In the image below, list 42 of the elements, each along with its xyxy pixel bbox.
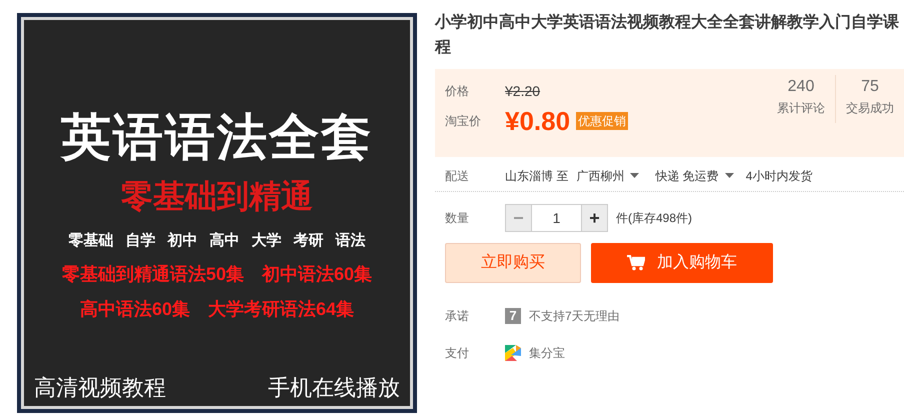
image-subtitle: 零基础到精通 xyxy=(121,180,313,212)
increase-button[interactable]: + xyxy=(581,204,608,232)
image-series-text: 初中语法60集 xyxy=(262,262,372,286)
image-footer-text: 高清视频教程 xyxy=(34,374,166,402)
stat-value: 240 xyxy=(788,77,814,97)
service-text: 不支持7天无理由 xyxy=(529,308,620,325)
stat-label: 交易成功 xyxy=(846,100,894,117)
delivery-label: 配送 xyxy=(445,168,470,184)
dropdown-caret-icon[interactable] xyxy=(630,173,640,178)
stat-value: 75 xyxy=(861,77,879,97)
stat-label: 累计评论 xyxy=(777,100,825,117)
image-series-text: 高中语法60集 xyxy=(80,298,190,320)
image-tag: 自学 xyxy=(126,230,156,252)
promo-price: ¥0.80 xyxy=(505,108,570,134)
service-label: 支付 xyxy=(445,345,470,362)
dropdown-caret-icon[interactable] xyxy=(724,173,734,178)
payment-logo-icon xyxy=(505,345,521,361)
image-tag: 零基础 xyxy=(68,230,114,252)
cart-icon xyxy=(627,255,645,271)
service-label: 承诺 xyxy=(445,308,470,325)
promo-badge: 优惠促销 xyxy=(576,112,628,130)
dispatch-time: 4小时内发货 xyxy=(746,168,812,184)
image-footer-text: 手机在线播放 xyxy=(268,374,400,402)
seven-day-icon: 7 xyxy=(505,308,521,324)
image-tag: 大学 xyxy=(252,230,282,252)
delivery-destination[interactable]: 广西柳州 xyxy=(576,166,624,184)
shipping-method[interactable]: 快递 免运费 xyxy=(655,166,719,184)
delivery-from: 山东淄博 至 xyxy=(505,168,568,184)
quantity-label: 数量 xyxy=(445,210,470,227)
stock-text: 件(库存498件) xyxy=(616,210,692,227)
image-series-text: 零基础到精通语法50集 xyxy=(62,262,244,286)
image-tag: 初中 xyxy=(168,230,198,252)
image-tag: 高中 xyxy=(210,230,240,252)
image-series-text: 大学考研语法64集 xyxy=(208,298,354,320)
service-text: 集分宝 xyxy=(529,345,565,362)
image-tag: 考研 xyxy=(294,230,324,252)
image-headline: 英语语法全套 xyxy=(61,112,373,162)
price-label: 价格 xyxy=(445,83,470,100)
image-tag: 语法 xyxy=(336,230,366,252)
product-title: 小学初中高中大学英语语法视频教程大全全套讲解教学入门自学课程 xyxy=(435,12,900,58)
promo-price-label: 淘宝价 xyxy=(445,113,482,130)
original-price: ¥2.20 xyxy=(505,82,540,100)
